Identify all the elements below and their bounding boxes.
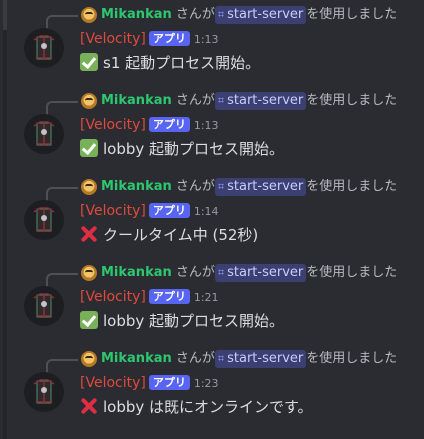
reply-connector: [46, 273, 78, 287]
message-header: [Velocity] アプリ 1:13: [80, 115, 219, 135]
message-header: [Velocity] アプリ 1:23: [80, 373, 219, 393]
app-badge: アプリ: [148, 203, 190, 218]
timestamp[interactable]: 1:21: [194, 291, 219, 304]
reply-username[interactable]: Mikankan: [101, 265, 172, 280]
slash-command-icon: ⌗: [217, 94, 225, 107]
reply-suffix: を使用しました: [306, 93, 398, 108]
bot-avatar[interactable]: [24, 372, 64, 412]
slash-command-icon: ⌗: [217, 352, 225, 365]
slash-command-icon: ⌗: [217, 266, 225, 279]
message-content: lobby 起動プロセス開始。: [80, 310, 284, 332]
reply-connector: [46, 359, 78, 373]
slash-command-icon: ⌗: [217, 180, 225, 193]
message-text: lobby は既にオンラインです。: [103, 398, 313, 416]
slash-command-name: start-server: [227, 93, 304, 108]
bot-avatar[interactable]: [24, 114, 64, 154]
message-text: lobby 起動プロセス開始。: [103, 140, 285, 158]
reply-suffix: を使用しました: [306, 7, 398, 22]
message-text: クールタイム中 (52秒): [103, 226, 259, 244]
reply-particle: さんが: [175, 179, 215, 194]
interaction-reply[interactable]: Mikankan さんが ⌗ start-server を使用しました: [101, 349, 397, 369]
slash-command-chip[interactable]: ⌗ start-server: [214, 178, 307, 196]
user-mini-avatar[interactable]: [81, 179, 97, 195]
bot-avatar[interactable]: [24, 200, 64, 240]
author-name[interactable]: [Velocity]: [80, 117, 146, 133]
message-text: lobby 起動プロセス開始。: [103, 312, 285, 330]
reply-particle: さんが: [175, 7, 215, 22]
slash-command-chip[interactable]: ⌗ start-server: [214, 92, 307, 110]
message-item: Mikankan さんが ⌗ start-server を使用しました [Veloci…: [0, 86, 424, 172]
bot-avatar-art: [33, 207, 55, 232]
reply-particle: さんが: [175, 93, 215, 108]
check-mark-icon: [80, 139, 98, 157]
timestamp[interactable]: 1:14: [194, 205, 219, 218]
author-name[interactable]: [Velocity]: [80, 289, 146, 305]
author-name[interactable]: [Velocity]: [80, 375, 146, 391]
app-badge: アプリ: [148, 289, 190, 304]
bot-avatar-art: [33, 121, 55, 146]
message-content: クールタイム中 (52秒): [80, 224, 258, 246]
interaction-reply[interactable]: Mikankan さんが ⌗ start-server を使用しました: [101, 263, 397, 283]
message-header: [Velocity] アプリ 1:21: [80, 287, 219, 307]
user-mini-avatar[interactable]: [81, 7, 97, 23]
reply-username[interactable]: Mikankan: [101, 179, 172, 194]
slash-command-chip[interactable]: ⌗ start-server: [214, 6, 307, 24]
interaction-reply[interactable]: Mikankan さんが ⌗ start-server を使用しました: [101, 5, 397, 25]
slash-command-name: start-server: [227, 265, 304, 280]
author-name[interactable]: [Velocity]: [80, 203, 146, 219]
cross-mark-icon: [80, 397, 98, 415]
reply-connector: [46, 101, 78, 115]
reply-username[interactable]: Mikankan: [101, 351, 172, 366]
bot-avatar-art: [33, 379, 55, 404]
reply-username[interactable]: Mikankan: [101, 93, 172, 108]
reply-connector: [46, 15, 78, 29]
message-item: Mikankan さんが ⌗ start-server を使用しました [Veloci…: [0, 258, 424, 344]
interaction-reply[interactable]: Mikankan さんが ⌗ start-server を使用しました: [101, 91, 397, 111]
check-mark-icon: [80, 311, 98, 329]
user-mini-avatar[interactable]: [81, 265, 97, 281]
bot-avatar-art: [33, 293, 55, 318]
app-badge: アプリ: [148, 31, 190, 46]
message-text: s1 起動プロセス開始。: [103, 54, 261, 72]
app-badge: アプリ: [148, 375, 190, 390]
reply-connector: [46, 187, 78, 201]
reply-username[interactable]: Mikankan: [101, 7, 172, 22]
reply-suffix: を使用しました: [306, 265, 398, 280]
reply-particle: さんが: [175, 265, 215, 280]
timestamp[interactable]: 1:13: [194, 33, 219, 46]
message-item: Mikankan さんが ⌗ start-server を使用しました [Veloci…: [0, 172, 424, 258]
message-header: [Velocity] アプリ 1:14: [80, 201, 219, 221]
message-item: Mikankan さんが ⌗ start-server を使用しました [Veloci…: [0, 344, 424, 430]
reply-suffix: を使用しました: [306, 351, 398, 366]
message-content: lobby は既にオンラインです。: [80, 396, 313, 418]
bot-avatar-art: [33, 35, 55, 60]
check-mark-icon: [80, 53, 98, 71]
message-item: Mikankan さんが ⌗ start-server を使用しました [Veloci…: [0, 0, 424, 86]
reply-suffix: を使用しました: [306, 179, 398, 194]
user-mini-avatar[interactable]: [81, 351, 97, 367]
slash-command-icon: ⌗: [217, 8, 225, 21]
message-content: s1 起動プロセス開始。: [80, 52, 260, 74]
cross-mark-icon: [80, 225, 98, 243]
slash-command-chip[interactable]: ⌗ start-server: [214, 264, 307, 282]
bot-avatar[interactable]: [24, 28, 64, 68]
slash-command-name: start-server: [227, 7, 304, 22]
app-badge: アプリ: [148, 117, 190, 132]
user-mini-avatar[interactable]: [81, 93, 97, 109]
message-header: [Velocity] アプリ 1:13: [80, 29, 219, 49]
slash-command-chip[interactable]: ⌗ start-server: [214, 350, 307, 368]
timestamp[interactable]: 1:23: [194, 377, 219, 390]
reply-particle: さんが: [175, 351, 215, 366]
message-content: lobby 起動プロセス開始。: [80, 138, 284, 160]
slash-command-name: start-server: [227, 179, 304, 194]
timestamp[interactable]: 1:13: [194, 119, 219, 132]
author-name[interactable]: [Velocity]: [80, 31, 146, 47]
slash-command-name: start-server: [227, 351, 304, 366]
message-feed: Mikankan さんが ⌗ start-server を使用しました [Veloci…: [0, 0, 424, 430]
interaction-reply[interactable]: Mikankan さんが ⌗ start-server を使用しました: [101, 177, 397, 197]
bot-avatar[interactable]: [24, 286, 64, 326]
